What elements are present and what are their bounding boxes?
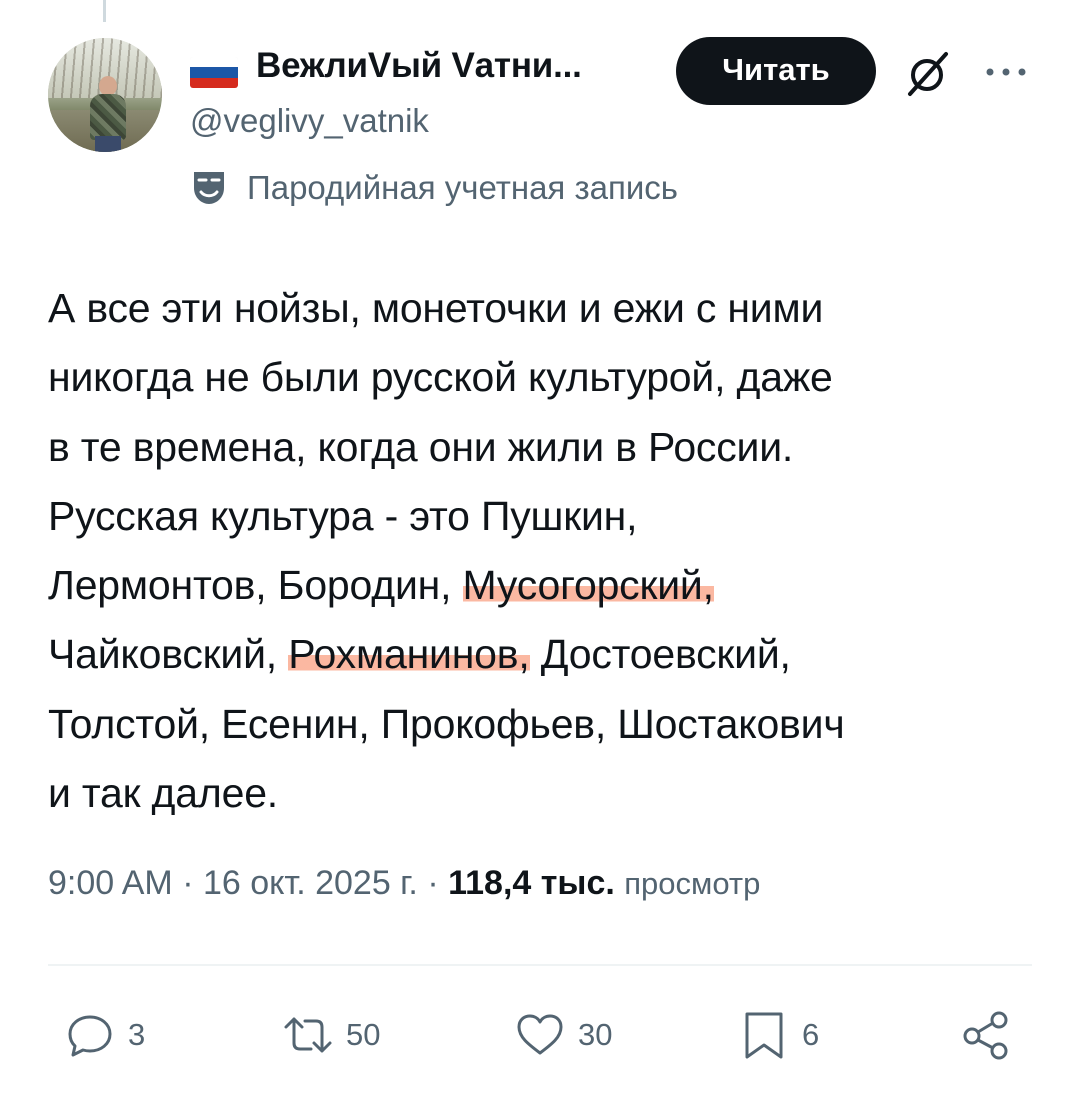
tweet-text-line: Чайковский, Рохманинов, Достоевский, [48, 631, 791, 678]
bookmark-count: 6 [802, 1017, 820, 1052]
tweet-meta: 9:00 AM · 16 окт. 2025 г. · 118,4 тыс. п… [48, 864, 761, 902]
follow-button[interactable]: Читать [676, 37, 876, 105]
tweet-text-line: Русская культура - это Пушкин, [48, 492, 638, 539]
share-icon [963, 1011, 1008, 1060]
display-name[interactable]: ВежлиVый Vатни... [256, 46, 582, 86]
avatar[interactable] [48, 38, 162, 152]
tweet-text-line: Толстой, Есенин, Прокофьев, Шостакович [48, 700, 845, 747]
views-label: просмотр [624, 866, 761, 901]
reply-icon [68, 1015, 112, 1057]
tweet-date[interactable]: 16 окт. 2025 г. [203, 864, 418, 902]
views-count: 118,4 тыс. [448, 864, 615, 902]
divider [48, 964, 1032, 966]
parody-mask-icon [194, 172, 224, 204]
tweet-detail: ВежлиVый Vатни... @veglivy_vatnik Читать… [0, 0, 1080, 1110]
heart-icon [517, 1014, 563, 1055]
tweet-text-line: А все эти нойзы, монеточки и ежи с ними [48, 285, 824, 331]
thread-connector-line [103, 0, 106, 22]
tweet-text-line: никогда не были русской культурой, даже [48, 354, 833, 401]
user-handle[interactable]: @veglivy_vatnik [190, 102, 429, 140]
tweet-text-line: в те времена, когда они жили в России. [48, 423, 794, 470]
highlight-mark: Рохманинов, [288, 631, 530, 678]
action-bar: 3 50 30 6 [0, 1000, 1080, 1070]
grok-icon[interactable] [902, 48, 954, 100]
repost-count: 50 [346, 1017, 381, 1052]
like-count: 30 [578, 1017, 613, 1052]
bookmark-button[interactable]: 6 [738, 1000, 819, 1070]
parody-account-label: Пародийная учетная запись [247, 169, 678, 206]
tweet-text: А все эти нойзы, монеточки и ежи с ними … [48, 274, 1038, 828]
reply-count: 3 [128, 1017, 146, 1052]
like-button[interactable]: 30 [514, 1000, 612, 1070]
reply-button[interactable]: 3 [64, 1000, 145, 1070]
share-button[interactable] [960, 1000, 1012, 1070]
tweet-time[interactable]: 9:00 AM [48, 864, 173, 902]
bookmark-icon [745, 1012, 783, 1059]
repost-button[interactable]: 50 [282, 1000, 380, 1070]
repost-icon [284, 1017, 332, 1053]
more-options-icon[interactable] [984, 64, 1028, 80]
tweet-text-line: и так далее. [48, 770, 278, 817]
russia-flag-icon [190, 57, 238, 88]
tweet-text-line: Лермонтов, Бородин, Мусогорский, [48, 562, 714, 609]
highlight-mark: Мусогорский, [462, 562, 714, 609]
